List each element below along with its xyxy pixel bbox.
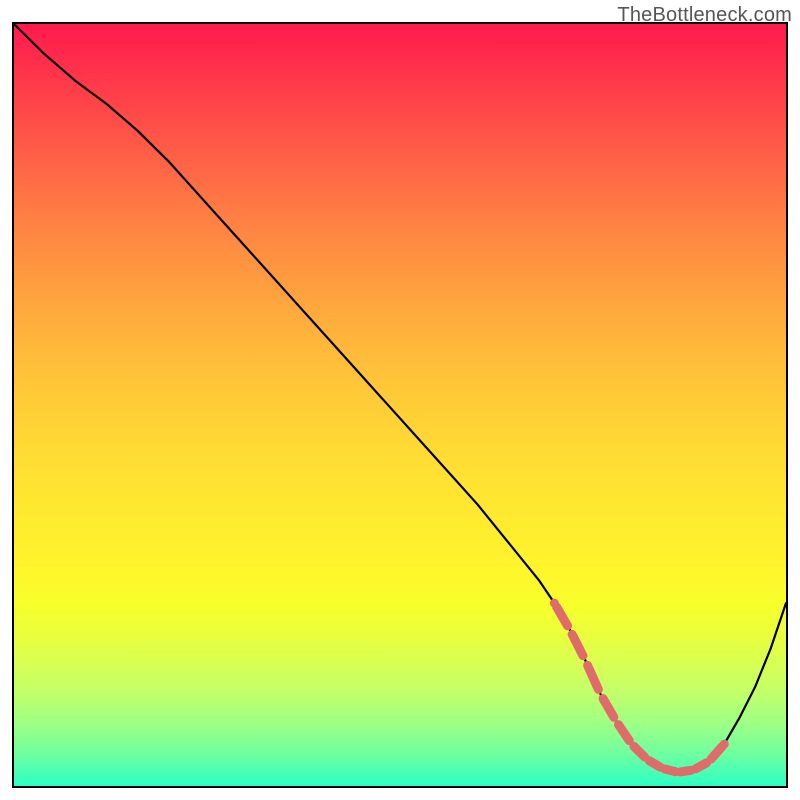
- bead-end: [550, 599, 559, 608]
- bead-end: [720, 740, 729, 749]
- bead-segment: [696, 763, 707, 769]
- bead-segment: [572, 634, 583, 655]
- bead-segment: [711, 747, 722, 759]
- bead-segment: [665, 769, 676, 772]
- watermark-text: TheBottleneck.com: [617, 4, 792, 27]
- highlight-beads: [550, 599, 729, 772]
- bead-segment: [680, 770, 691, 772]
- bottleneck-chart: TheBottleneck.com: [0, 0, 800, 800]
- bead-segment: [649, 761, 660, 767]
- bottleneck-curve-path: [14, 24, 786, 772]
- bead-segment: [588, 665, 599, 689]
- bead-segment: [618, 725, 629, 741]
- bead-segment: [557, 607, 568, 626]
- bead-segment: [603, 699, 614, 718]
- plot-area: [12, 22, 788, 788]
- curve-layer: [14, 24, 786, 786]
- bead-segment: [634, 746, 645, 757]
